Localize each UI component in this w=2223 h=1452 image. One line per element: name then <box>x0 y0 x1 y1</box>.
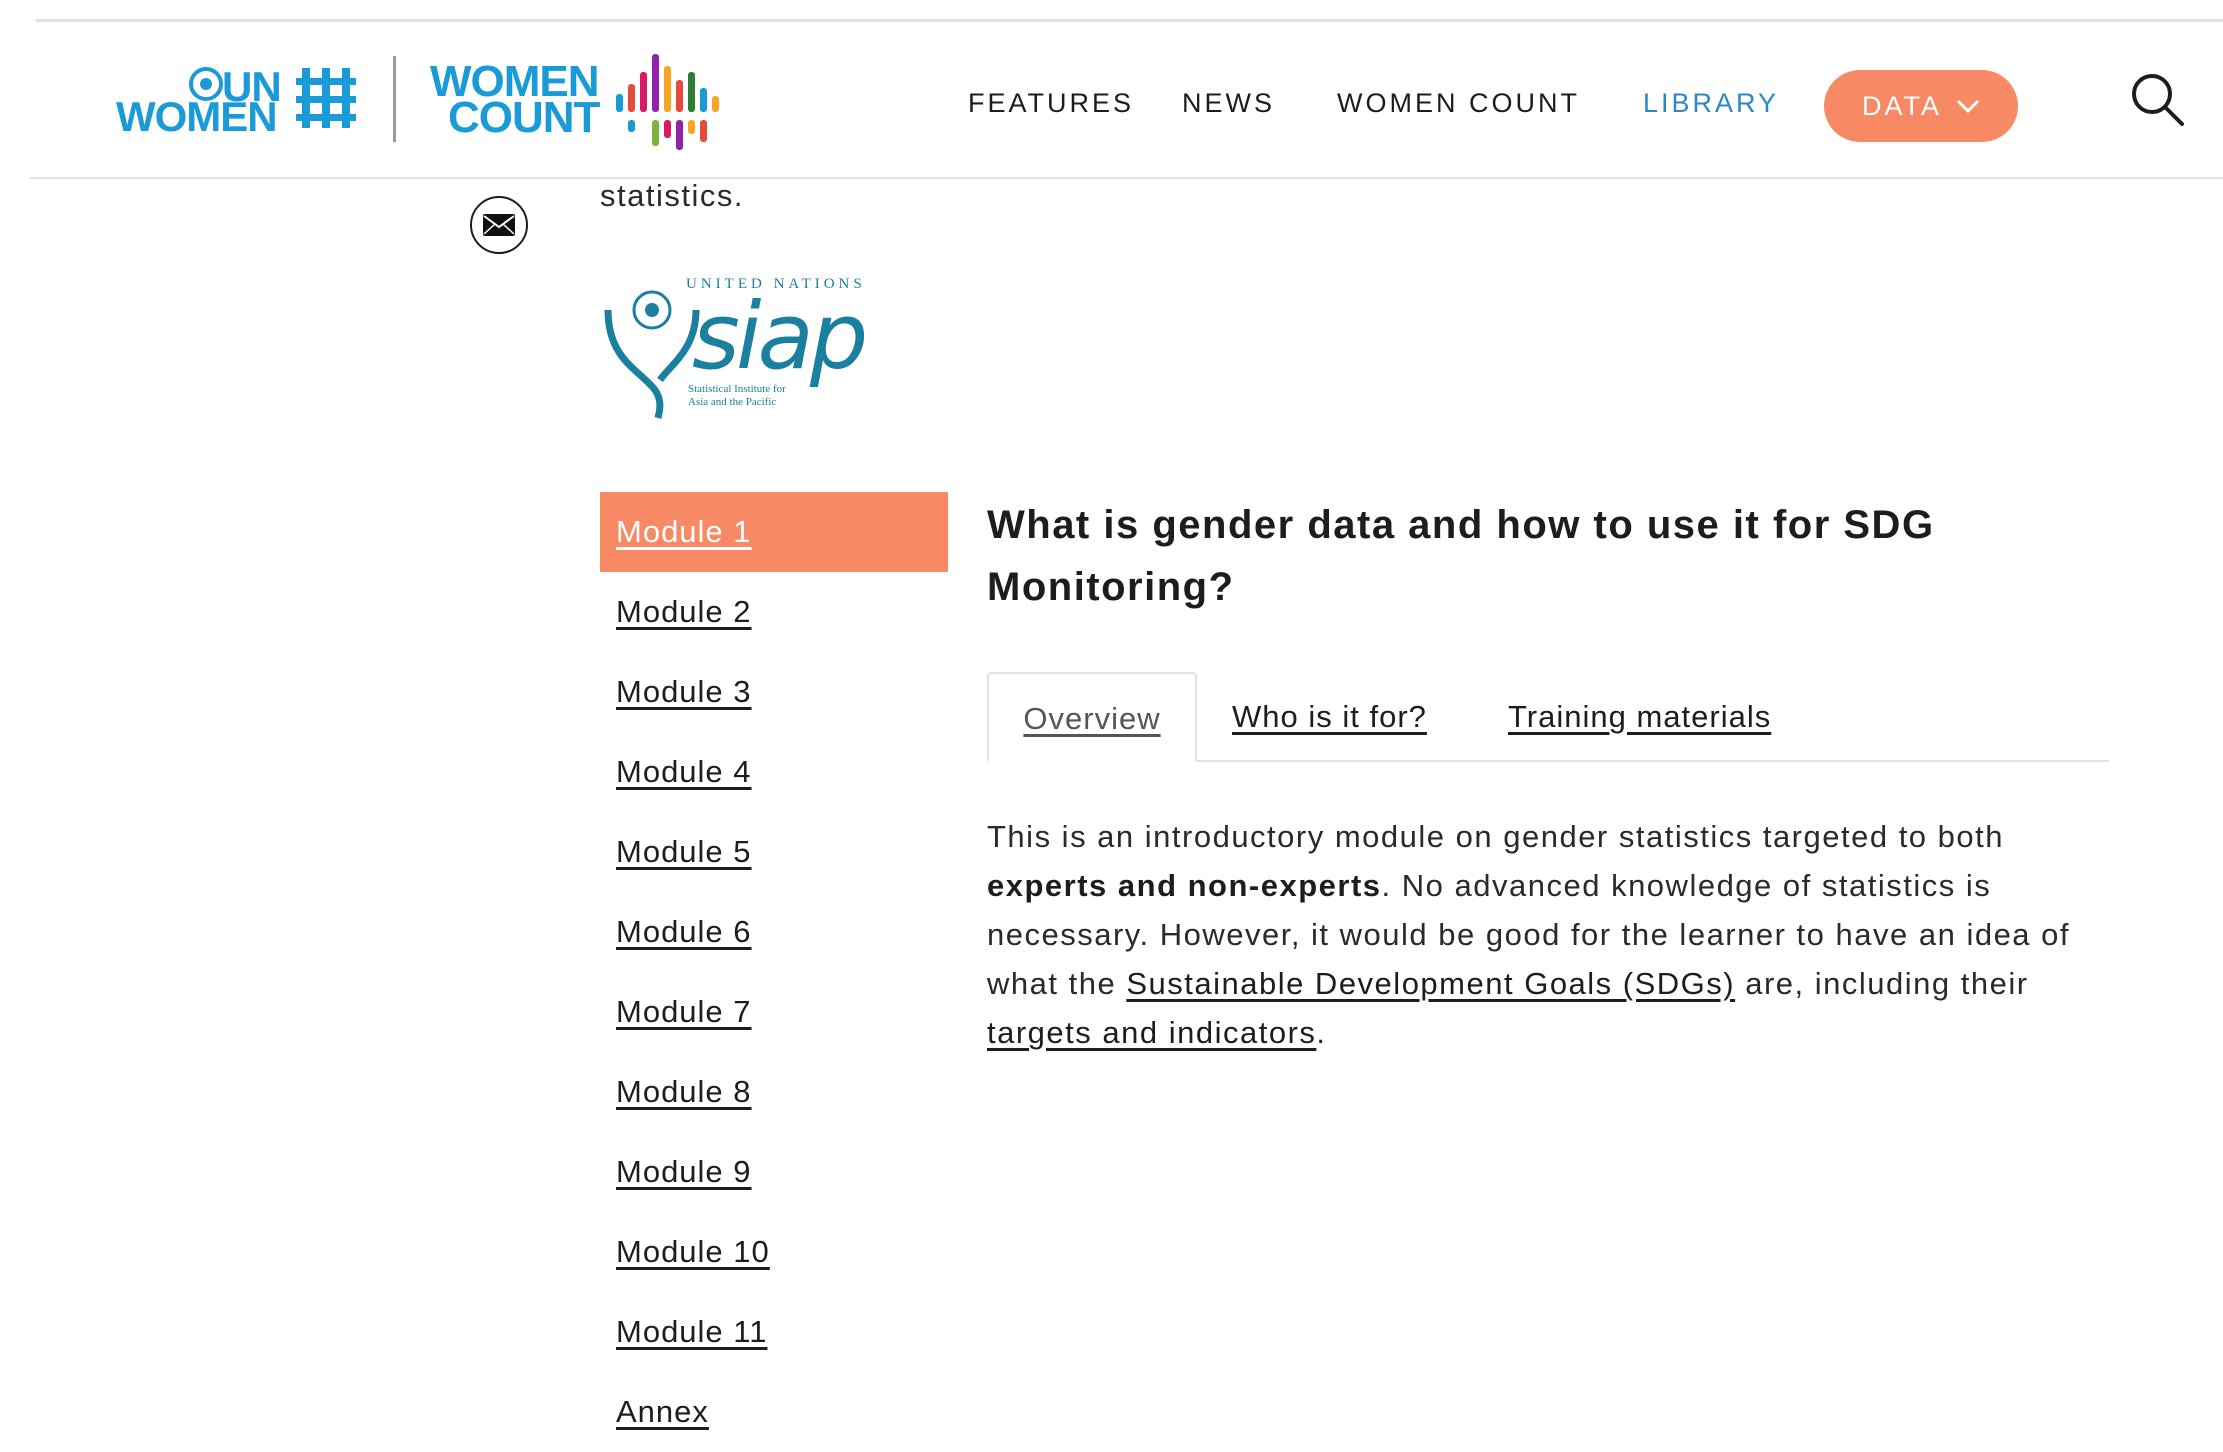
sidebar-item-module-5[interactable]: Module 5 <box>600 812 948 892</box>
chevron-down-icon <box>1956 99 1980 114</box>
womencount-logo-line2: COUNT <box>448 93 600 142</box>
sidebar-item-module-10[interactable]: Module 10 <box>600 1212 948 1292</box>
nav-news[interactable]: NEWS <box>1182 88 1275 119</box>
data-dropdown-button[interactable]: DATA <box>1824 70 2018 142</box>
sidebar-item-module-9[interactable]: Module 9 <box>600 1132 948 1212</box>
sdgs-link[interactable]: Sustainable Development Goals (SDGs) <box>1126 966 1735 1001</box>
siap-logo-sub2: Asia and the Pacific <box>688 396 776 408</box>
siap-logo-sub1: Statistical Institute for <box>688 383 786 395</box>
overview-text-4: . <box>1316 1015 1327 1050</box>
nav-features[interactable]: FEATURES <box>968 88 1134 119</box>
sidebar-item-module-3[interactable]: Module 3 <box>600 652 948 732</box>
sidebar-item-module-2[interactable]: Module 2 <box>600 572 948 652</box>
tab-who-is-it-for[interactable]: Who is it for? <box>1232 672 1427 762</box>
data-button-label: DATA <box>1861 90 1942 121</box>
intro-text-fragment: statistics. <box>600 178 744 213</box>
nav-library[interactable]: LIBRARY <box>1643 88 1779 119</box>
data-bars-icon <box>616 54 719 150</box>
sidebar-item-module-11[interactable]: Module 11 <box>600 1292 948 1372</box>
sidebar-item-module-7[interactable]: Module 7 <box>600 972 948 1052</box>
sidebar-item-module-1[interactable]: Module 1 <box>600 492 948 572</box>
unwomen-logo-line2: WOMEN <box>116 93 278 140</box>
overview-paragraph: This is an introductory module on gender… <box>987 812 2097 1057</box>
sidebar-item-module-8[interactable]: Module 8 <box>600 1052 948 1132</box>
nav-women-count[interactable]: WOMEN COUNT <box>1337 88 1580 119</box>
tab-overview[interactable]: Overview <box>987 672 1197 762</box>
tab-training-materials[interactable]: Training materials <box>1508 672 1771 762</box>
unwomen-symbol-icon <box>296 68 356 128</box>
share-email-button[interactable] <box>470 196 528 254</box>
sidebar-item-module-6[interactable]: Module 6 <box>600 892 948 972</box>
overview-text-3: are, including their <box>1735 966 2029 1001</box>
siap-logo-word: siap <box>692 283 865 390</box>
sidebar-item-annex[interactable]: Annex <box>600 1372 948 1452</box>
envelope-icon <box>483 214 515 236</box>
targets-indicators-link[interactable]: targets and indicators <box>987 1015 1316 1050</box>
overview-text-1: This is an introductory module on gender… <box>987 819 2004 854</box>
search-icon[interactable] <box>2130 72 2186 128</box>
siap-logo: UNITED NATIONS siap Statistical Institut… <box>604 276 869 419</box>
module-title: What is gender data and how to use it fo… <box>987 503 1935 609</box>
logo-divider <box>393 56 396 142</box>
sidebar-item-module-4[interactable]: Module 4 <box>600 732 948 812</box>
module-sidebar: Module 1 Module 2 Module 3 Module 4 Modu… <box>600 492 948 1452</box>
overview-bold-audience: experts and non-experts <box>987 868 1382 903</box>
